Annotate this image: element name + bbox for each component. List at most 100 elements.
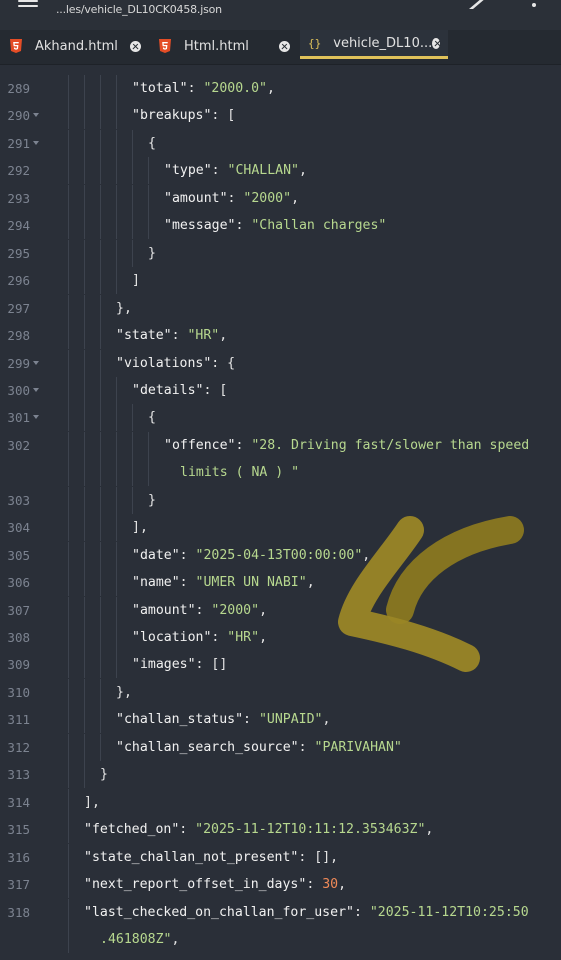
code-token: "fetched_on" [84,822,180,838]
fold-arrow-icon[interactable] [33,140,39,145]
code-token: } [148,492,156,508]
code-token: "total" [132,81,188,96]
tab-akhand-html[interactable]: Akhand.html [9,30,141,62]
indent-guide [84,761,85,789]
indent-guide [68,541,69,569]
indent-guide [116,486,117,514]
code-token: "2000" [243,190,292,206]
code-token: "2025-11-12T10:11:12.353463Z" [195,822,426,838]
line-number: 306 [7,575,30,591]
indent-guide [132,486,133,514]
code-text: { [148,130,156,157]
tab-vehicle-json[interactable]: {} vehicle_DL10... [300,30,448,59]
code-token: "type" [164,163,212,179]
line-number: 316 [7,849,30,865]
more-options-icon[interactable] [530,0,538,10]
indent-guide [84,376,85,404]
indent-guide [100,431,101,459]
code-line: .461808Z", [0,925,561,953]
code-text: ], [84,789,100,816]
code-line: 309 "images": [] [0,651,561,679]
line-number: 300 [7,382,30,398]
app-header: ...les/vehicle_DL10CK0458.json [0,0,561,30]
indent-guide [84,294,85,322]
indent-guide [68,788,69,816]
indent-guide [100,267,101,295]
line-number: 308 [7,630,30,645]
code-token: : [171,328,188,344]
hamburger-menu-icon[interactable] [18,0,38,7]
code-editor[interactable]: 289 "total": "2000.0", 290 "breakups": [291… [0,64,561,960]
html5-icon [158,39,172,53]
code-text: limits ( NA ) " [180,459,299,486]
indent-guide [116,596,117,624]
code-token: , [299,163,307,179]
indent-guide [100,706,101,734]
indent-guide [68,898,69,926]
indent-guide [100,376,101,404]
code-token: "date" [132,547,180,563]
indent-guide [116,541,117,569]
fold-arrow-icon[interactable] [33,415,39,420]
close-tab-icon[interactable] [130,40,141,52]
indent-guide [100,459,101,487]
indent-guide [68,678,69,706]
code-token: "violations" [116,355,212,371]
indent-guide [68,239,69,267]
indent-guide [84,349,85,377]
indent-guide [132,212,133,240]
code-token: : [179,547,196,563]
code-line: 308 "location": "HR", [0,624,561,651]
code-token: : [] [195,657,228,673]
fold-arrow-icon[interactable] [33,113,39,118]
indent-guide [68,102,69,130]
code-line: 296] [0,267,561,295]
code-line: 300 "details": [ [0,376,561,404]
code-line: limits ( NA ) " [0,459,561,487]
code-token: , [171,931,180,947]
line-number: 291 [7,135,30,151]
tab-bar: Akhand.html Html.html {} vehicle_DL10... [0,30,561,65]
code-token: : [195,602,212,618]
fold-arrow-icon[interactable] [33,387,39,392]
line-number: 297 [7,300,30,316]
code-token: "2000.0" [203,81,267,96]
indent-guide [68,376,69,404]
code-token: "CHALLAN" [227,163,299,179]
code-token: , [259,630,268,645]
line-number: 294 [7,218,30,234]
fold-arrow-icon[interactable] [33,360,39,365]
code-token: : [243,712,259,728]
close-tab-icon[interactable] [279,40,290,52]
indent-guide [84,486,85,514]
indent-guide [68,486,69,514]
code-line: 298 "state": "HR", [0,322,561,350]
indent-guide [116,239,117,267]
indent-guide [132,129,133,157]
indent-guide [68,431,69,459]
indent-guide [116,404,117,432]
indent-guide [100,733,101,761]
code-token: "last_checked_on_challan_for_user" [84,904,354,920]
code-text: "amount": "2000", [132,597,267,624]
indent-guide [116,267,117,295]
close-tab-icon[interactable] [432,37,440,49]
code-text: "state_challan_not_present": [], [84,844,338,871]
code-token: : [227,190,244,206]
indent-guide [100,486,101,514]
code-token: ], [84,794,100,810]
pencil-icon[interactable] [466,0,490,10]
indent-guide [100,514,101,542]
code-line: 295} [0,239,561,267]
indent-guide [148,212,149,240]
tab-label: Html.html [184,38,249,54]
html5-icon [9,39,23,53]
code-token: limits ( NA ) " [180,465,300,481]
code-line: 311 "challan_status": "UNPAID", [0,706,561,734]
file-path: ...les/vehicle_DL10CK0458.json [56,3,222,16]
indent-guide [100,102,101,130]
line-number: 311 [7,712,30,728]
tab-html-html[interactable]: Html.html [158,30,290,62]
indent-guide [68,349,69,377]
code-token: "HR" [227,630,260,645]
